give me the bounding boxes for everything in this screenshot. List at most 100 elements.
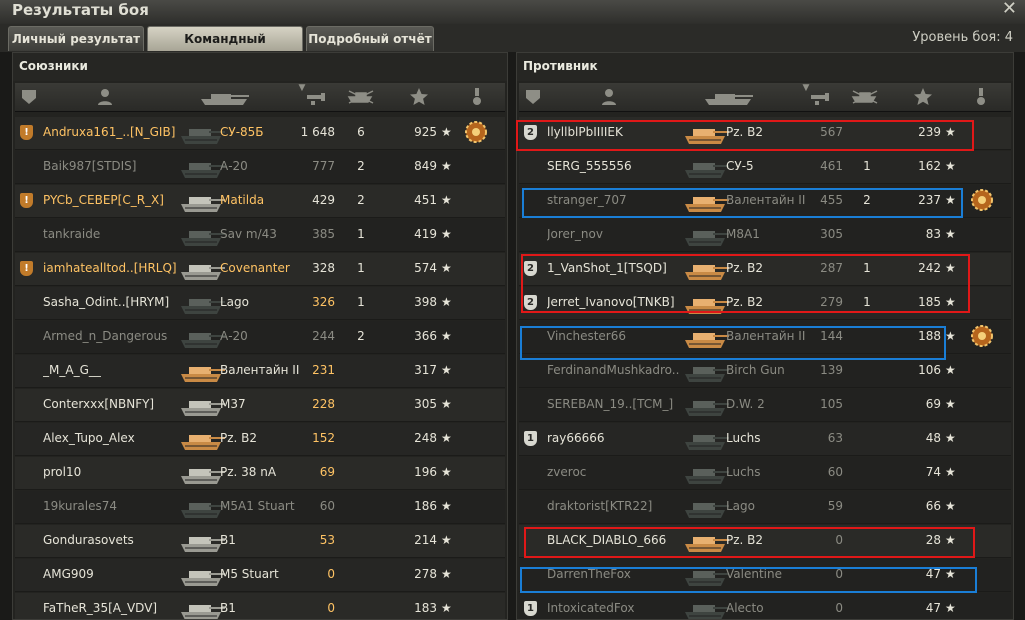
enemy-player-row[interactable]: 2 llyllblPbIIIIEK Pz. B2 567 239 ★: [519, 117, 1011, 150]
xp-value: 48: [925, 431, 941, 445]
enemy-player-row[interactable]: draktorist[KTR22] Lago 59 66 ★: [519, 491, 1011, 524]
xp-value: 451: [414, 193, 437, 207]
enemy-player-row[interactable]: Jorer_nov M8A1 305 83 ★: [519, 219, 1011, 252]
xp-value: 162: [918, 159, 941, 173]
player-name: tankraide: [43, 227, 101, 241]
enemy-player-row[interactable]: Vinchester66 Валентайн II 144 188 ★: [519, 321, 1011, 354]
enemy-player-row[interactable]: 2 Jerret_Ivanovo[TNKB] Pz. B2 279 1 185 ★: [519, 287, 1011, 320]
xp-star-icon: ★: [945, 567, 956, 581]
medal-icon[interactable]: [463, 119, 489, 145]
enemy-player-row[interactable]: SEREBAN_19..[TCM_] D.W. 2 105 69 ★: [519, 389, 1011, 422]
enemy-player-row[interactable]: stranger_707 Валентайн II 455 2 237 ★: [519, 185, 1011, 218]
enemies-header: Противник: [517, 53, 1013, 81]
damage-value: 429: [312, 193, 335, 207]
kills-icon: [345, 87, 379, 107]
player-name: IntoxicatedFox: [547, 601, 635, 615]
platoon-icon: [19, 87, 39, 107]
xp-value: 398: [414, 295, 437, 309]
player-name: Jorer_nov: [547, 227, 603, 241]
ally-player-row[interactable]: Sasha_Odint..[HRYM] Lago 326 1 398 ★: [15, 287, 505, 320]
tab-team-result[interactable]: Командный результат: [147, 26, 303, 70]
enemy-player-row[interactable]: 1 ray66666 Luchs 63 48 ★: [519, 423, 1011, 456]
player-icon: [93, 87, 117, 107]
player-name: SEREBAN_19..[TCM_]: [547, 397, 674, 411]
ally-player-row[interactable]: ! PYCb_CEBEP[C_R_X] Matilda 429 2 451 ★: [15, 185, 505, 218]
tank-icon: [681, 290, 731, 316]
enemy-player-row[interactable]: 2 1_VanShot_1[TSQD] Pz. B2 287 1 242 ★: [519, 253, 1011, 286]
enemy-player-row[interactable]: SERG_555556 СУ-5 461 1 162 ★: [519, 151, 1011, 184]
damage-value: 1 648: [300, 125, 335, 139]
damage-value: 231: [312, 363, 335, 377]
ally-player-row[interactable]: prol10 Pz. 38 nA 69 196 ★: [15, 457, 505, 490]
ally-player-row[interactable]: ! Andruxa161_..[N_GIB] СУ-85Б 1 648 6 925 ★: [15, 117, 505, 150]
xp-value: 419: [414, 227, 437, 241]
player-name: 1_VanShot_1[TSQD]: [547, 261, 667, 275]
xp-star-icon: ★: [945, 465, 956, 479]
xp-value: 214: [414, 533, 437, 547]
ally-player-row[interactable]: Conterxxx[NBNFY] M37 228 305 ★: [15, 389, 505, 422]
xp-value: 574: [414, 261, 437, 275]
ally-player-row[interactable]: Gondurasovets B1 53 214 ★: [15, 525, 505, 558]
kills-value: 2: [357, 329, 365, 343]
player-name: Jerret_Ivanovo[TNKB]: [547, 295, 675, 309]
tank-icon: [681, 256, 731, 282]
medal-icon[interactable]: [969, 323, 995, 349]
tank-icon: [681, 358, 731, 384]
damage-value: 152: [312, 431, 335, 445]
tank-icon: [681, 392, 731, 418]
damage-value: 244: [312, 329, 335, 343]
enemy-player-row[interactable]: 1 IntoxicatedFox Alecto 0 47 ★: [519, 593, 1011, 619]
xp-star-icon: ★: [441, 125, 452, 139]
xp-value: 183: [414, 601, 437, 615]
ally-player-row[interactable]: AMG909 M5 Stuart 0 278 ★: [15, 559, 505, 592]
player-name: Gondurasovets: [43, 533, 134, 547]
tank-icon: [681, 222, 731, 248]
kills-value: 6: [357, 125, 365, 139]
enemy-player-row[interactable]: BLACK_DIABLO_666 Pz. B2 0 28 ★: [519, 525, 1011, 558]
medal-icon[interactable]: [969, 187, 995, 213]
xp-star-icon: [407, 87, 431, 107]
ally-player-row[interactable]: tankraide Sav m/43 385 1 419 ★: [15, 219, 505, 252]
tab-bar: Личный результат Командный результат Под…: [0, 24, 1025, 70]
ally-player-row[interactable]: Alex_Tupo_Alex Pz. B2 152 248 ★: [15, 423, 505, 456]
kills-icon: [849, 87, 883, 107]
xp-star-icon: ★: [441, 431, 452, 445]
platoon-badge-icon: 2: [524, 295, 537, 310]
tank-icon: [681, 426, 731, 452]
damage-value: 139: [820, 363, 843, 377]
enemy-player-row[interactable]: zveroc Luchs 60 74 ★: [519, 457, 1011, 490]
kills-value: 2: [357, 159, 365, 173]
ally-player-row[interactable]: ! iamhatealltod..[HRLQ] Covenanter 328 1 574 ★: [15, 253, 505, 286]
enemy-player-row[interactable]: DarrenTheFox Valentine 0 47 ★: [519, 559, 1011, 592]
player-name: Sasha_Odint..[HRYM]: [43, 295, 170, 309]
tab-personal-result[interactable]: Личный результат: [8, 26, 144, 51]
window-title: Результаты боя: [12, 1, 149, 19]
platoon-badge-icon: 2: [524, 125, 537, 140]
xp-star-icon: ★: [441, 533, 452, 547]
kills-value: 1: [863, 159, 871, 173]
damage-icon[interactable]: [305, 87, 329, 107]
xp-star-icon: ★: [945, 601, 956, 615]
medal-icon: [465, 87, 489, 107]
xp-star-icon: ★: [945, 329, 956, 343]
ally-player-row[interactable]: FaTheR_35[A_VDV] B1 0 183 ★: [15, 593, 505, 619]
enemy-player-row[interactable]: FerdinandMushkadro.. Birch Gun 139 106 ★: [519, 355, 1011, 388]
ally-player-row[interactable]: 19kurales74 M5A1 Stuart 60 186 ★: [15, 491, 505, 524]
close-icon[interactable]: ✕: [1002, 0, 1017, 19]
damage-value: 0: [327, 567, 335, 581]
xp-value: 305: [414, 397, 437, 411]
tab-detailed-report[interactable]: Подробный отчёт: [306, 26, 434, 51]
xp-star-icon: ★: [441, 193, 452, 207]
damage-value: 60: [827, 465, 843, 479]
tank-icon: [681, 188, 731, 214]
xp-value: 925: [414, 125, 437, 139]
ally-player-row[interactable]: Armed_n_Dangerous А-20 244 2 366 ★: [15, 321, 505, 354]
allies-column-header: ▼: [15, 83, 505, 112]
player-name: draktorist[KTR22]: [547, 499, 653, 513]
ally-player-row[interactable]: Baik987[STDIS] А-20 777 2 849 ★: [15, 151, 505, 184]
tank-icon: [681, 120, 731, 146]
tank-icon: [681, 596, 731, 619]
damage-value: 0: [327, 601, 335, 615]
ally-player-row[interactable]: _M_A_G__ Валентайн II 231 317 ★: [15, 355, 505, 388]
damage-icon[interactable]: [809, 87, 833, 107]
